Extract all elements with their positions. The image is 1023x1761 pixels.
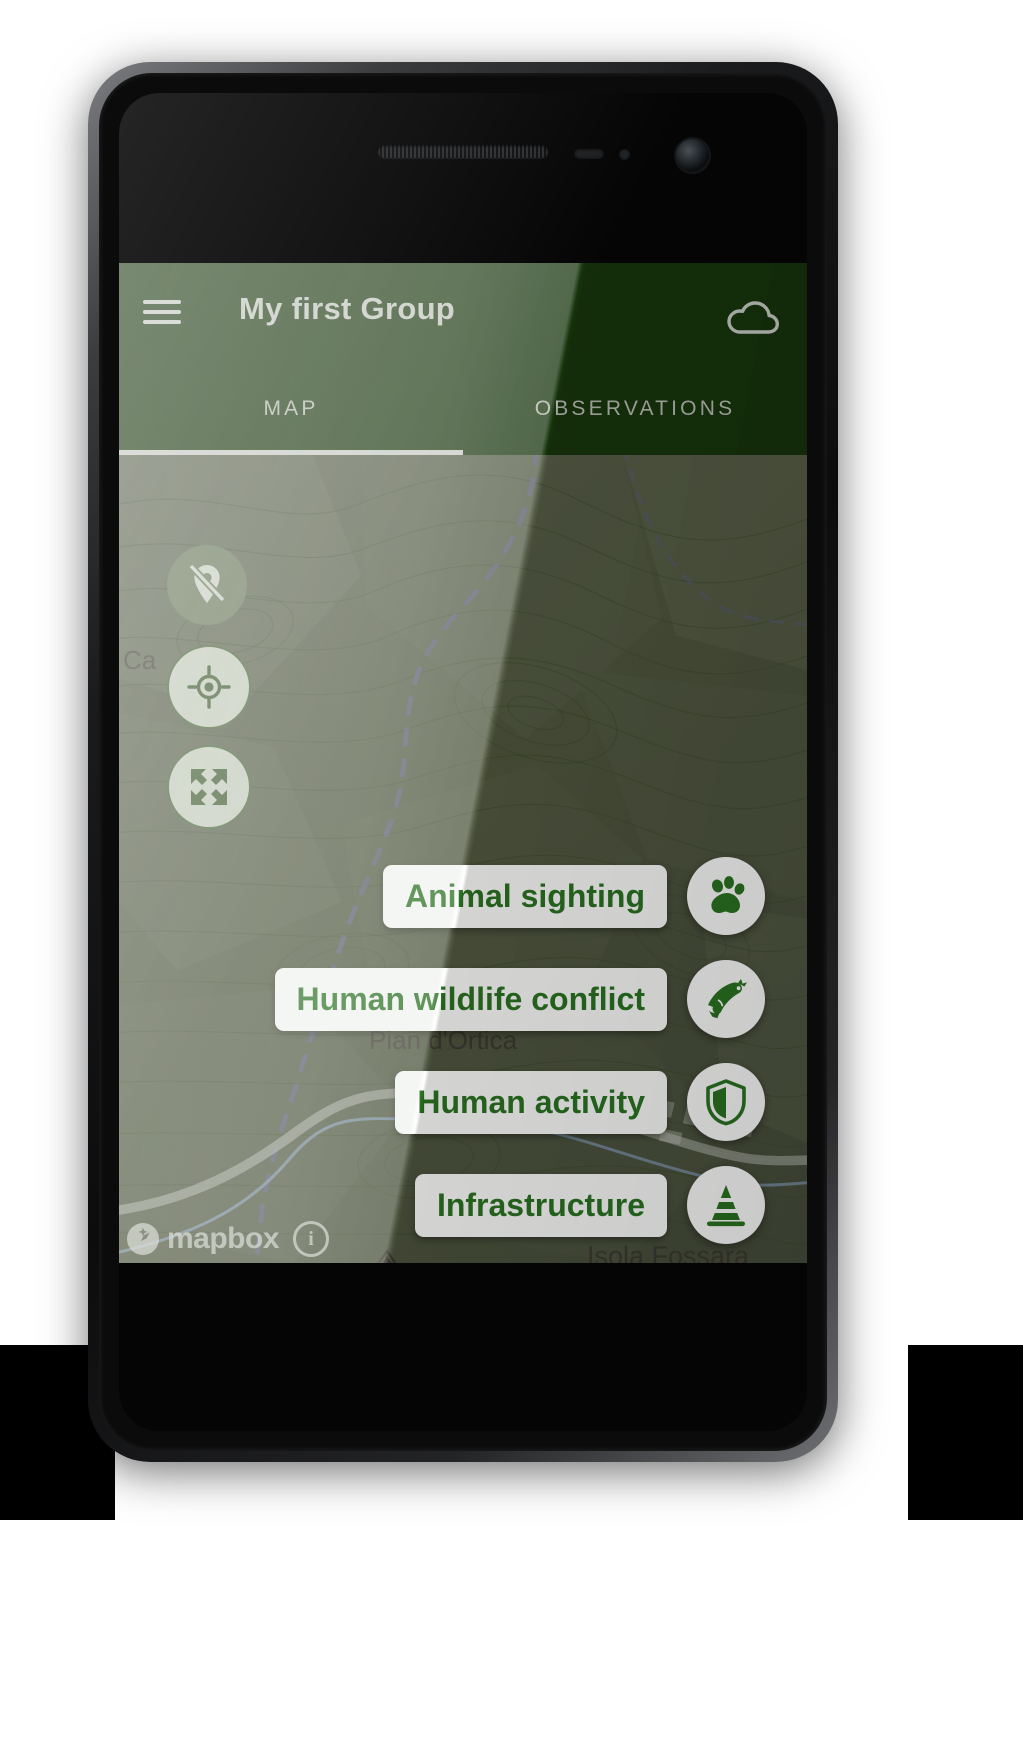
- speed-dial-item-infrastructure[interactable]: Infrastructure: [414, 1166, 765, 1244]
- phone-device: My first Group MAP OBSERVATIONS Ca Pian …: [88, 62, 838, 1462]
- speed-dial-label[interactable]: Human activity: [395, 1070, 667, 1134]
- traffic-cone-icon[interactable]: [687, 1166, 765, 1244]
- front-camera: [676, 139, 709, 172]
- location-off-icon: [188, 563, 226, 603]
- speed-dial-label[interactable]: Animal sighting: [383, 864, 667, 928]
- shield-icon[interactable]: [687, 1063, 765, 1141]
- app-bar: My first Group: [119, 263, 807, 363]
- page-title: My first Group: [239, 291, 456, 326]
- mapbox-logo-icon: [127, 1223, 159, 1255]
- mapbox-wordmark: mapbox: [167, 1222, 280, 1255]
- fullscreen-button[interactable]: [167, 745, 251, 829]
- speed-dial-label[interactable]: Infrastructure: [414, 1173, 667, 1237]
- info-icon[interactable]: i: [293, 1221, 330, 1257]
- speed-dial-item-animal-sighting[interactable]: Animal sighting: [383, 857, 765, 935]
- earpiece-speaker: [378, 145, 548, 158]
- speed-dial-item-human-wildlife-conflict[interactable]: Human wildlife conflict: [274, 960, 765, 1038]
- paw-icon[interactable]: [687, 857, 765, 935]
- my-location-button[interactable]: [167, 645, 251, 729]
- location-off-button[interactable]: [167, 545, 247, 625]
- map-label: Ca: [123, 645, 157, 675]
- gps-crosshair-icon: [187, 665, 231, 709]
- backdrop-shadow-right: [908, 1345, 1023, 1520]
- crocodile-icon[interactable]: [687, 960, 765, 1038]
- map-attribution[interactable]: mapbox i: [125, 1221, 330, 1257]
- tab-map[interactable]: MAP: [119, 363, 463, 455]
- mountain-peak-icon: [374, 1249, 400, 1263]
- cloud-icon[interactable]: [727, 301, 779, 335]
- speed-dial-label[interactable]: Human wildlife conflict: [274, 967, 667, 1031]
- light-sensor: [619, 149, 630, 160]
- map-label: Isola Fossara: [587, 1241, 750, 1263]
- phone-face: My first Group MAP OBSERVATIONS Ca Pian …: [119, 93, 807, 1431]
- hamburger-icon[interactable]: [143, 297, 181, 327]
- phone-screen: My first Group MAP OBSERVATIONS Ca Pian …: [119, 263, 807, 1263]
- tab-bar: MAP OBSERVATIONS: [119, 363, 807, 455]
- speed-dial-item-human-activity[interactable]: Human activity: [395, 1063, 765, 1141]
- tab-observations[interactable]: OBSERVATIONS: [463, 363, 807, 455]
- map-canvas[interactable]: Ca Pian d'Ortica Corno di Catria Isola F…: [119, 455, 807, 1263]
- proximity-sensor: [574, 149, 604, 159]
- expand-arrows-icon: [191, 769, 227, 805]
- phone-inner-bezel: My first Group MAP OBSERVATIONS Ca Pian …: [99, 73, 827, 1451]
